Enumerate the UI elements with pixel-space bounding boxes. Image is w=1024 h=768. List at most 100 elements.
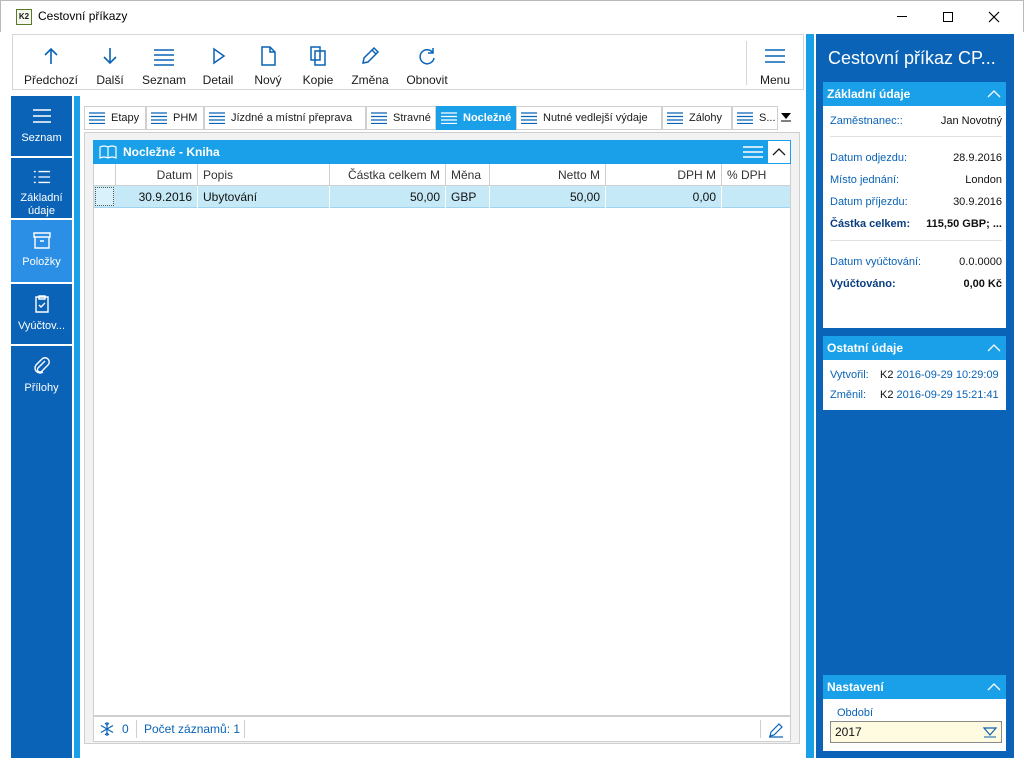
field-value: London	[965, 174, 1002, 186]
chevron-up-icon	[987, 683, 1001, 691]
tab-transport[interactable]: Jízdné a místní přeprava	[204, 106, 366, 130]
splitter[interactable]	[806, 34, 814, 758]
frozen-count: 0	[122, 722, 129, 736]
nav-item-attachments[interactable]: Přílohy	[11, 346, 72, 406]
field-label: Datum odjezdu:	[830, 152, 908, 164]
list-button[interactable]: Seznam	[139, 35, 189, 89]
next-button[interactable]: Další	[87, 35, 133, 89]
col-header-vat-percent[interactable]: % DPH	[722, 164, 790, 186]
menu-button[interactable]: Menu	[753, 35, 797, 89]
footer-separator	[136, 720, 137, 738]
nav-item-basic-info[interactable]: Základní údaje	[11, 158, 72, 218]
grid-footer: 0 Počet záznamů: 1	[93, 716, 791, 742]
table-row[interactable]: 30.9.2016 Ubytování 50,00 GBP 50,00 0,00	[94, 186, 790, 208]
field-label: Zaměstnanec::	[830, 115, 903, 127]
tab-advances[interactable]: Zálohy	[662, 106, 732, 130]
minimize-button[interactable]	[879, 1, 925, 32]
toolbar-separator	[746, 41, 747, 85]
snowflake-icon[interactable]	[100, 722, 114, 736]
panel-menu-icon[interactable]	[743, 145, 763, 159]
section-collapse-button[interactable]	[982, 336, 1006, 360]
box-icon	[32, 232, 51, 249]
accommodation-panel: Nocležné - Kniha Datum Popis Částka celk…	[84, 132, 800, 744]
nav-label: Položky	[22, 256, 61, 268]
field-created: Vytvořil: K2 2016-09-29 10:29:09	[830, 366, 1002, 384]
field-label: Místo jednání:	[830, 174, 900, 186]
chevron-up-icon	[987, 90, 1001, 98]
maximize-icon	[943, 11, 953, 22]
right-panel: Cestovní příkaz CP... Základní údaje Zam…	[816, 34, 1014, 758]
record-count: Počet záznamů: 1	[144, 722, 241, 736]
field-label: Vyúčtováno:	[830, 278, 896, 290]
title-bar: K2 Cestovní příkazy	[0, 0, 1024, 32]
tab-fuel[interactable]: PHM	[146, 106, 204, 130]
dropdown-arrow-icon	[983, 727, 997, 738]
tab-label: Zálohy	[689, 112, 723, 124]
tab-more[interactable]: S...	[732, 106, 778, 130]
new-document-icon	[261, 46, 276, 66]
tab-label: Nocležné	[463, 112, 512, 124]
nav-item-list[interactable]: Seznam	[11, 96, 72, 156]
tab-label: PHM	[173, 112, 198, 124]
tab-overflow-button[interactable]	[776, 106, 796, 128]
pencil-icon[interactable]	[768, 722, 784, 738]
minimize-icon	[897, 16, 907, 17]
copy-button[interactable]: Kopie	[297, 35, 339, 89]
copy-icon	[310, 46, 326, 66]
period-select[interactable]: 2017	[830, 721, 1002, 743]
section-collapse-button[interactable]	[982, 82, 1006, 106]
created-time[interactable]: 2016-09-29 10:29:09	[897, 369, 999, 381]
list-bullets-icon	[33, 170, 50, 184]
tab-label: Etapy	[111, 112, 140, 124]
maximize-button[interactable]	[925, 1, 971, 32]
arrow-up-icon	[44, 47, 58, 64]
panel-header: Nocležné - Kniha	[93, 140, 791, 164]
field-value: 28.9.2016	[953, 152, 1002, 164]
nav-accent-strip	[74, 96, 80, 758]
previous-button[interactable]: Předchozí	[23, 35, 79, 89]
detail-button[interactable]: Detail	[197, 35, 239, 89]
play-icon	[213, 47, 226, 65]
refresh-icon	[419, 48, 435, 65]
tab-meal-allowance[interactable]: Stravné	[366, 106, 436, 130]
close-button[interactable]	[971, 1, 1017, 32]
tab-label: S...	[759, 112, 776, 124]
col-header-description[interactable]: Popis	[198, 164, 330, 186]
change-button[interactable]: Změna	[347, 35, 393, 89]
window-title: Cestovní příkazy	[38, 9, 128, 23]
field-value: 0.0.0000	[959, 256, 1002, 268]
changed-time[interactable]: 2016-09-29 15:21:41	[897, 389, 999, 401]
tab-accommodation[interactable]: Nocležné	[436, 106, 516, 130]
panel-collapse-button[interactable]	[767, 140, 791, 164]
section-title: Ostatní údaje	[827, 341, 904, 355]
row-selector[interactable]	[95, 187, 114, 206]
cell-date: 30.9.2016	[116, 186, 198, 208]
changed-user: K2	[880, 389, 894, 401]
tab-stages[interactable]: Etapy	[84, 106, 146, 130]
section-header: Ostatní údaje	[823, 336, 1006, 360]
col-header-total[interactable]: Částka celkem M	[330, 164, 446, 186]
col-header-date[interactable]: Datum	[116, 164, 198, 186]
hamburger-icon	[765, 49, 785, 63]
section-collapse-button[interactable]	[982, 675, 1006, 699]
nav-item-items[interactable]: Položky	[11, 220, 72, 282]
refresh-label: Obnovit	[406, 73, 448, 87]
field-label: Datum příjezdu:	[830, 196, 908, 208]
col-header-vat[interactable]: DPH M	[606, 164, 722, 186]
field-value: K2 2016-09-29 10:29:09	[880, 366, 999, 384]
nav-item-settlement[interactable]: Vyúčtov...	[11, 284, 72, 344]
tab-side-expenses[interactable]: Nutné vedlejší výdaje	[516, 106, 662, 130]
caret-down-icon	[781, 113, 791, 122]
col-header-net[interactable]: Netto M	[490, 164, 606, 186]
col-header-currency[interactable]: Měna	[446, 164, 490, 186]
new-button[interactable]: Nový	[247, 35, 289, 89]
paperclip-icon	[33, 357, 50, 374]
refresh-button[interactable]: Obnovit	[401, 35, 453, 89]
field-label: Vytvořil:	[830, 369, 869, 381]
left-navigation: Seznam Základní údaje Položky Vyúčtov...…	[11, 96, 72, 758]
field-label: Datum vyúčtování:	[830, 256, 922, 268]
right-panel-title: Cestovní příkaz CP...	[828, 48, 996, 68]
created-user: K2	[880, 369, 894, 381]
field-value: Jan Novotný	[940, 115, 1002, 127]
list-icon	[371, 112, 387, 124]
